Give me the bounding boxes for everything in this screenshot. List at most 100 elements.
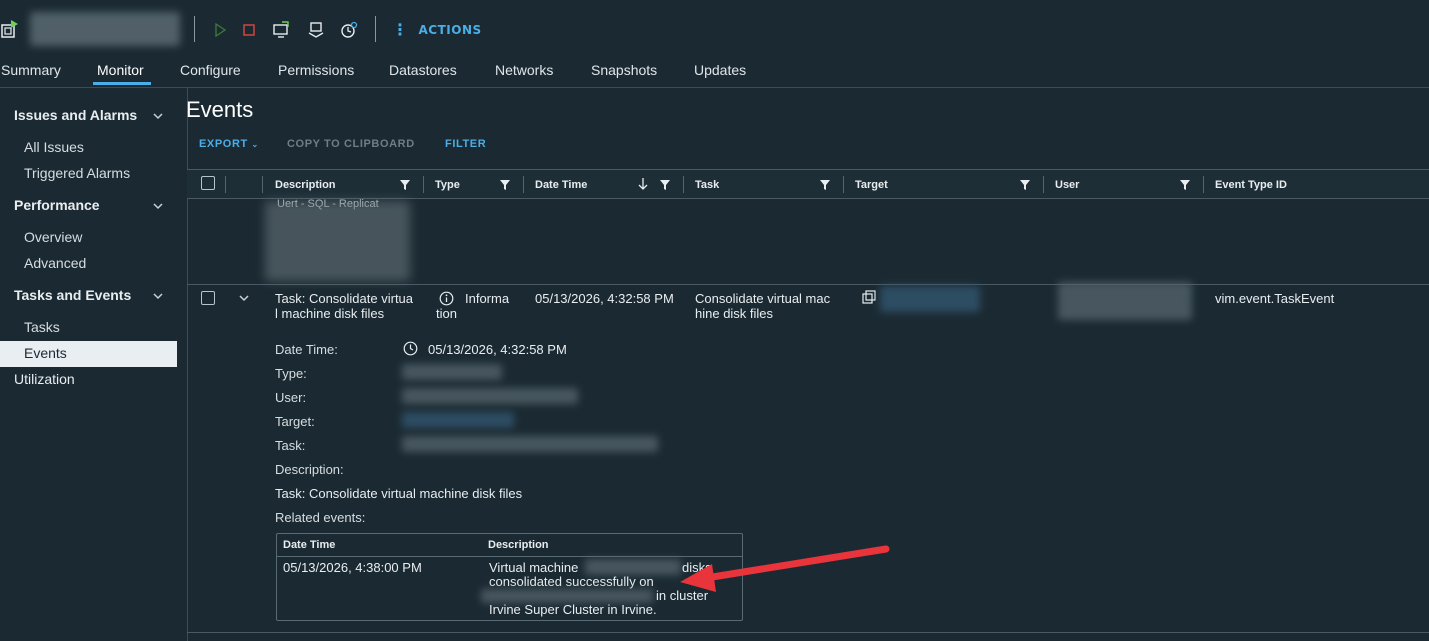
vm-icon (862, 290, 876, 304)
column-divider (683, 176, 684, 193)
column-label: Date Time (535, 179, 588, 191)
detail-label-date-time: Date Time: (275, 342, 338, 357)
toolbar-divider (194, 16, 195, 42)
column-label: Target (855, 179, 888, 191)
column-header-type[interactable]: Type (435, 170, 525, 199)
filter-icon[interactable] (660, 180, 670, 190)
clock-icon (403, 341, 418, 356)
actions-label: ACTIONS (418, 23, 482, 37)
column-label: Type (435, 179, 460, 191)
row-date-time: 05/13/2026, 4:32:58 PM (535, 291, 674, 306)
tab-configure[interactable]: Configure (180, 62, 241, 78)
row-divider (187, 632, 1429, 633)
column-label: Task (695, 179, 720, 191)
sidebar-item-all-issues[interactable]: All Issues (24, 139, 84, 155)
sidebar-item-utilization[interactable]: Utilization (14, 371, 75, 387)
redacted-region (402, 364, 502, 380)
filter-button[interactable]: FILTER (445, 138, 486, 150)
table-row[interactable]: Uert - SQL - Replicat (187, 198, 1429, 285)
sidebar-item-label: Events (24, 345, 67, 361)
row-task: Consolidate virtual machine disk files (695, 291, 831, 321)
tab-datastores[interactable]: Datastores (389, 62, 457, 78)
user-redacted (1058, 282, 1192, 320)
sidebar-item-advanced[interactable]: Advanced (24, 255, 86, 271)
column-header-description[interactable]: Description (275, 170, 425, 199)
chevron-down-icon[interactable] (238, 292, 250, 304)
tab-networks[interactable]: Networks (495, 62, 553, 78)
tab-snapshots[interactable]: Snapshots (591, 62, 657, 78)
detail-value-date-time: 05/13/2026, 4:32:58 PM (428, 342, 567, 357)
column-header-user[interactable]: User (1055, 170, 1205, 199)
redacted-region (402, 436, 658, 452)
redacted-region (481, 589, 653, 603)
tab-monitor[interactable]: Monitor (97, 62, 144, 78)
related-desc-line4: Irvine Super Cluster in Irvine. (489, 602, 657, 617)
detail-label-type: Type: (275, 366, 307, 381)
toolbar: ⋮ ACTIONS (0, 0, 1429, 58)
related-desc-line1: Virtual machine (489, 560, 579, 575)
column-divider (523, 176, 524, 193)
row-checkbox[interactable] (201, 291, 215, 305)
redacted-region (402, 412, 514, 428)
select-all-checkbox[interactable] (201, 176, 215, 190)
actions-menu-button[interactable]: ⋮ ACTIONS (392, 20, 482, 40)
snapshot-icon[interactable] (338, 19, 360, 41)
column-header-task[interactable]: Task (695, 170, 845, 199)
sidebar-section-tasks-events[interactable]: Tasks and Events (14, 287, 131, 303)
power-on-icon[interactable] (209, 19, 231, 41)
filter-icon[interactable] (400, 180, 410, 190)
grid-header: Description Type Date Time Task Target U… (187, 170, 1429, 199)
column-divider (262, 176, 263, 193)
power-off-icon[interactable] (238, 19, 260, 41)
active-tab-indicator (93, 82, 151, 85)
export-label: EXPORT (199, 138, 248, 150)
detail-label-target: Target: (275, 414, 315, 429)
sort-descending-icon[interactable] (638, 178, 648, 190)
column-divider (1043, 176, 1044, 193)
sidebar-item-tasks[interactable]: Tasks (24, 319, 60, 335)
migrate-icon[interactable] (305, 19, 327, 41)
chevron-down-icon[interactable] (152, 200, 164, 212)
sidebar-section-performance[interactable]: Performance (14, 197, 100, 213)
sidebar-item-events[interactable]: Events (0, 341, 177, 367)
sidebar: Issues and Alarms All Issues Triggered A… (0, 88, 188, 641)
column-label: Event Type ID (1215, 179, 1287, 191)
page-title: Events (186, 97, 254, 122)
chevron-down-icon[interactable] (152, 290, 164, 302)
column-label: User (1055, 179, 1080, 191)
sidebar-item-overview[interactable]: Overview (24, 229, 82, 245)
related-desc-line2: consolidated successfully on (489, 574, 654, 589)
tab-permissions[interactable]: Permissions (278, 62, 354, 78)
column-divider (423, 176, 424, 193)
column-divider (843, 176, 844, 193)
sidebar-section-issues[interactable]: Issues and Alarms (14, 107, 137, 123)
export-button[interactable]: EXPORT ⌄ (199, 138, 259, 150)
filter-icon[interactable] (500, 180, 510, 190)
detail-label-related-events: Related events: (275, 510, 366, 525)
filter-icon[interactable] (820, 180, 830, 190)
copy-to-clipboard-button[interactable]: COPY TO CLIPBOARD (287, 138, 415, 150)
launch-console-icon[interactable] (270, 19, 292, 41)
column-header-date-time[interactable]: Date Time (535, 170, 685, 199)
target-link-redacted[interactable] (880, 286, 980, 312)
column-header-event-type-id[interactable]: Event Type ID (1215, 170, 1415, 199)
column-header-target[interactable]: Target (855, 170, 1045, 199)
vm-icon (1, 20, 18, 38)
more-vertical-icon: ⋮ (392, 20, 409, 39)
redacted-region (265, 201, 410, 281)
redacted-region (402, 388, 578, 404)
tab-updates[interactable]: Updates (694, 62, 746, 78)
filter-icon[interactable] (1180, 180, 1190, 190)
tab-summary[interactable]: Summary (1, 62, 61, 78)
tab-bar: Summary Monitor Configure Permissions Da… (0, 58, 1429, 88)
sidebar-item-triggered-alarms[interactable]: Triggered Alarms (24, 165, 130, 181)
toolbar-divider (375, 16, 376, 42)
column-divider (1203, 176, 1204, 193)
filter-icon[interactable] (1020, 180, 1030, 190)
detail-value-description: Task: Consolidate virtual machine disk f… (275, 486, 523, 501)
related-column-date-time: Date Time (283, 539, 336, 551)
related-date-time: 05/13/2026, 4:38:00 PM (283, 560, 422, 575)
annotation-arrow (680, 545, 890, 592)
chevron-down-icon[interactable] (152, 110, 164, 122)
column-label: Description (275, 179, 336, 191)
